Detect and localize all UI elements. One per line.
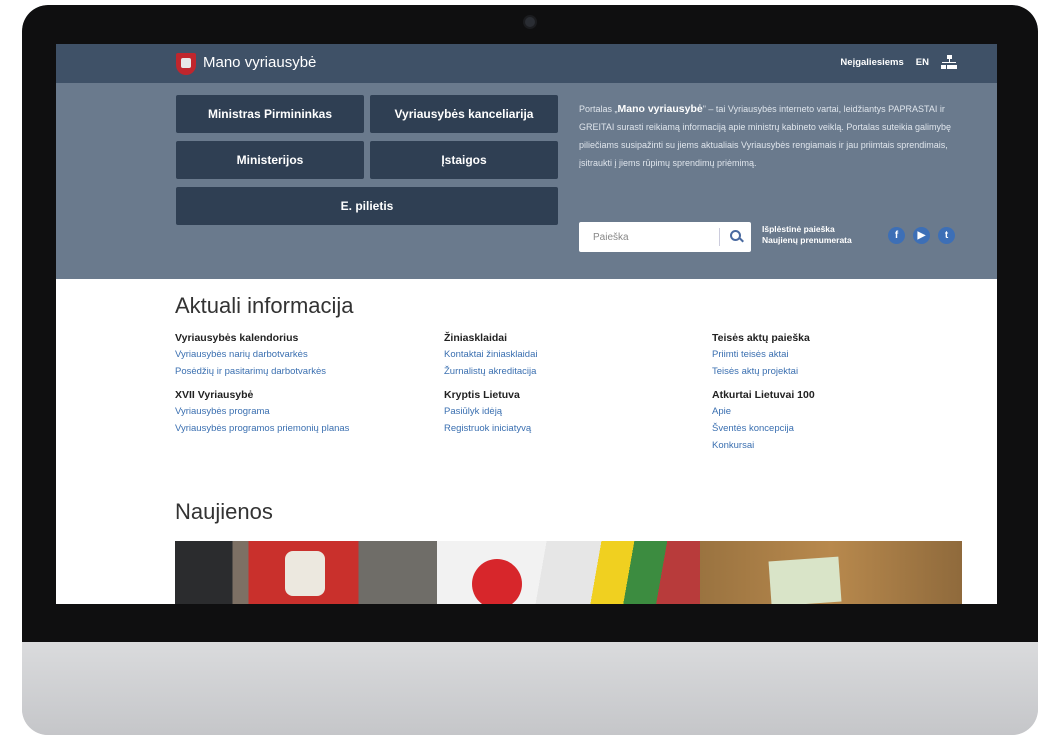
info-column-2: Žiniasklaidai Kontaktai žiniasklaidai Žu… [444,331,537,437]
accessibility-link[interactable]: Neįgaliesiems [840,57,903,68]
istaigos-button[interactable]: Įstaigos [370,141,558,179]
info-link[interactable]: Priimti teisės aktai [712,346,815,363]
imac-chin [22,642,1038,735]
info-link[interactable]: Konkursai [712,437,815,454]
youtube-icon[interactable]: ▶ [913,227,930,244]
info-heading: Žiniasklaidai [444,332,508,344]
info-link[interactable]: Šventės koncepcija [712,420,815,437]
info-heading: Teisės aktų paieška [712,332,810,344]
coat-of-arms-logo-icon[interactable] [176,53,196,75]
info-heading: Atkurtai Lietuvai 100 [712,389,815,401]
info-heading: Kryptis Lietuva [444,389,520,401]
twitter-icon[interactable]: t [938,227,955,244]
facebook-icon[interactable]: f [888,227,905,244]
browser-screen: Mano vyriausybė Neįgaliesiems EN Ministr… [56,44,997,604]
e-pilietis-button[interactable]: E. pilietis [176,187,558,225]
info-link[interactable]: Teisės aktų projektai [712,363,815,380]
imac-frame: Mano vyriausybė Neįgaliesiems EN Ministr… [22,5,1038,735]
ministras-pirmininkas-button[interactable]: Ministras Pirmininkas [176,95,364,133]
info-heading: Vyriausybės kalendorius [175,332,299,344]
info-column-1: Vyriausybės kalendorius Vyriausybės nari… [175,331,349,437]
top-links: Neįgaliesiems EN [840,55,957,69]
camera-icon [525,17,535,27]
info-column-3: Teisės aktų paieška Priimti teisės aktai… [712,331,815,454]
info-link[interactable]: Vyriausybės narių darbotvarkės [175,346,349,363]
info-link[interactable]: Posėdžių ir pasitarimų darbotvarkės [175,363,349,380]
advanced-search-link[interactable]: Išplėstinė paieška [762,224,852,235]
info-link[interactable]: Kontaktai žiniasklaidai [444,346,537,363]
info-link[interactable]: Apie [712,403,815,420]
news-image-coat-of-arms[interactable] [175,541,438,604]
social-links: f ▶ t [888,227,955,244]
hero-panel: Ministras Pirmininkas Vyriausybės kancel… [56,83,997,279]
info-link[interactable]: Registruok iniciatyvą [444,420,537,437]
info-link[interactable]: Vyriausybės programa [175,403,349,420]
news-image-postcard[interactable] [699,541,962,604]
search-box [579,222,751,252]
info-link[interactable]: Vyriausybės programos priemonių planas [175,420,349,437]
search-icon[interactable] [719,228,752,246]
portal-intro-text: Portalas „Mano vyriausybė" – tai Vyriaus… [579,103,951,168]
vyriausybes-kanceliarija-button[interactable]: Vyriausybės kanceliarija [370,95,558,133]
aktuali-informacija-title: Aktuali informacija [175,293,354,318]
info-link[interactable]: Pasiūlyk idėją [444,403,537,420]
search-links: Išplėstinė paieška Naujienų prenumerata [762,224,852,246]
site-title[interactable]: Mano vyriausybė [203,54,316,71]
portal-name: Mano vyriausybė [617,103,703,115]
sitemap-icon[interactable] [941,55,957,69]
newsletter-link[interactable]: Naujienų prenumerata [762,235,852,246]
ministerijos-button[interactable]: Ministerijos [176,141,364,179]
news-strip [175,541,962,604]
info-link[interactable]: Žurnalistų akreditacija [444,363,537,380]
info-heading: XVII Vyriausybė [175,389,254,401]
top-bar: Mano vyriausybė Neįgaliesiems EN [56,44,997,83]
language-en-link[interactable]: EN [916,57,929,68]
news-image-flags[interactable] [437,541,700,604]
naujienos-title: Naujienos [175,499,273,524]
